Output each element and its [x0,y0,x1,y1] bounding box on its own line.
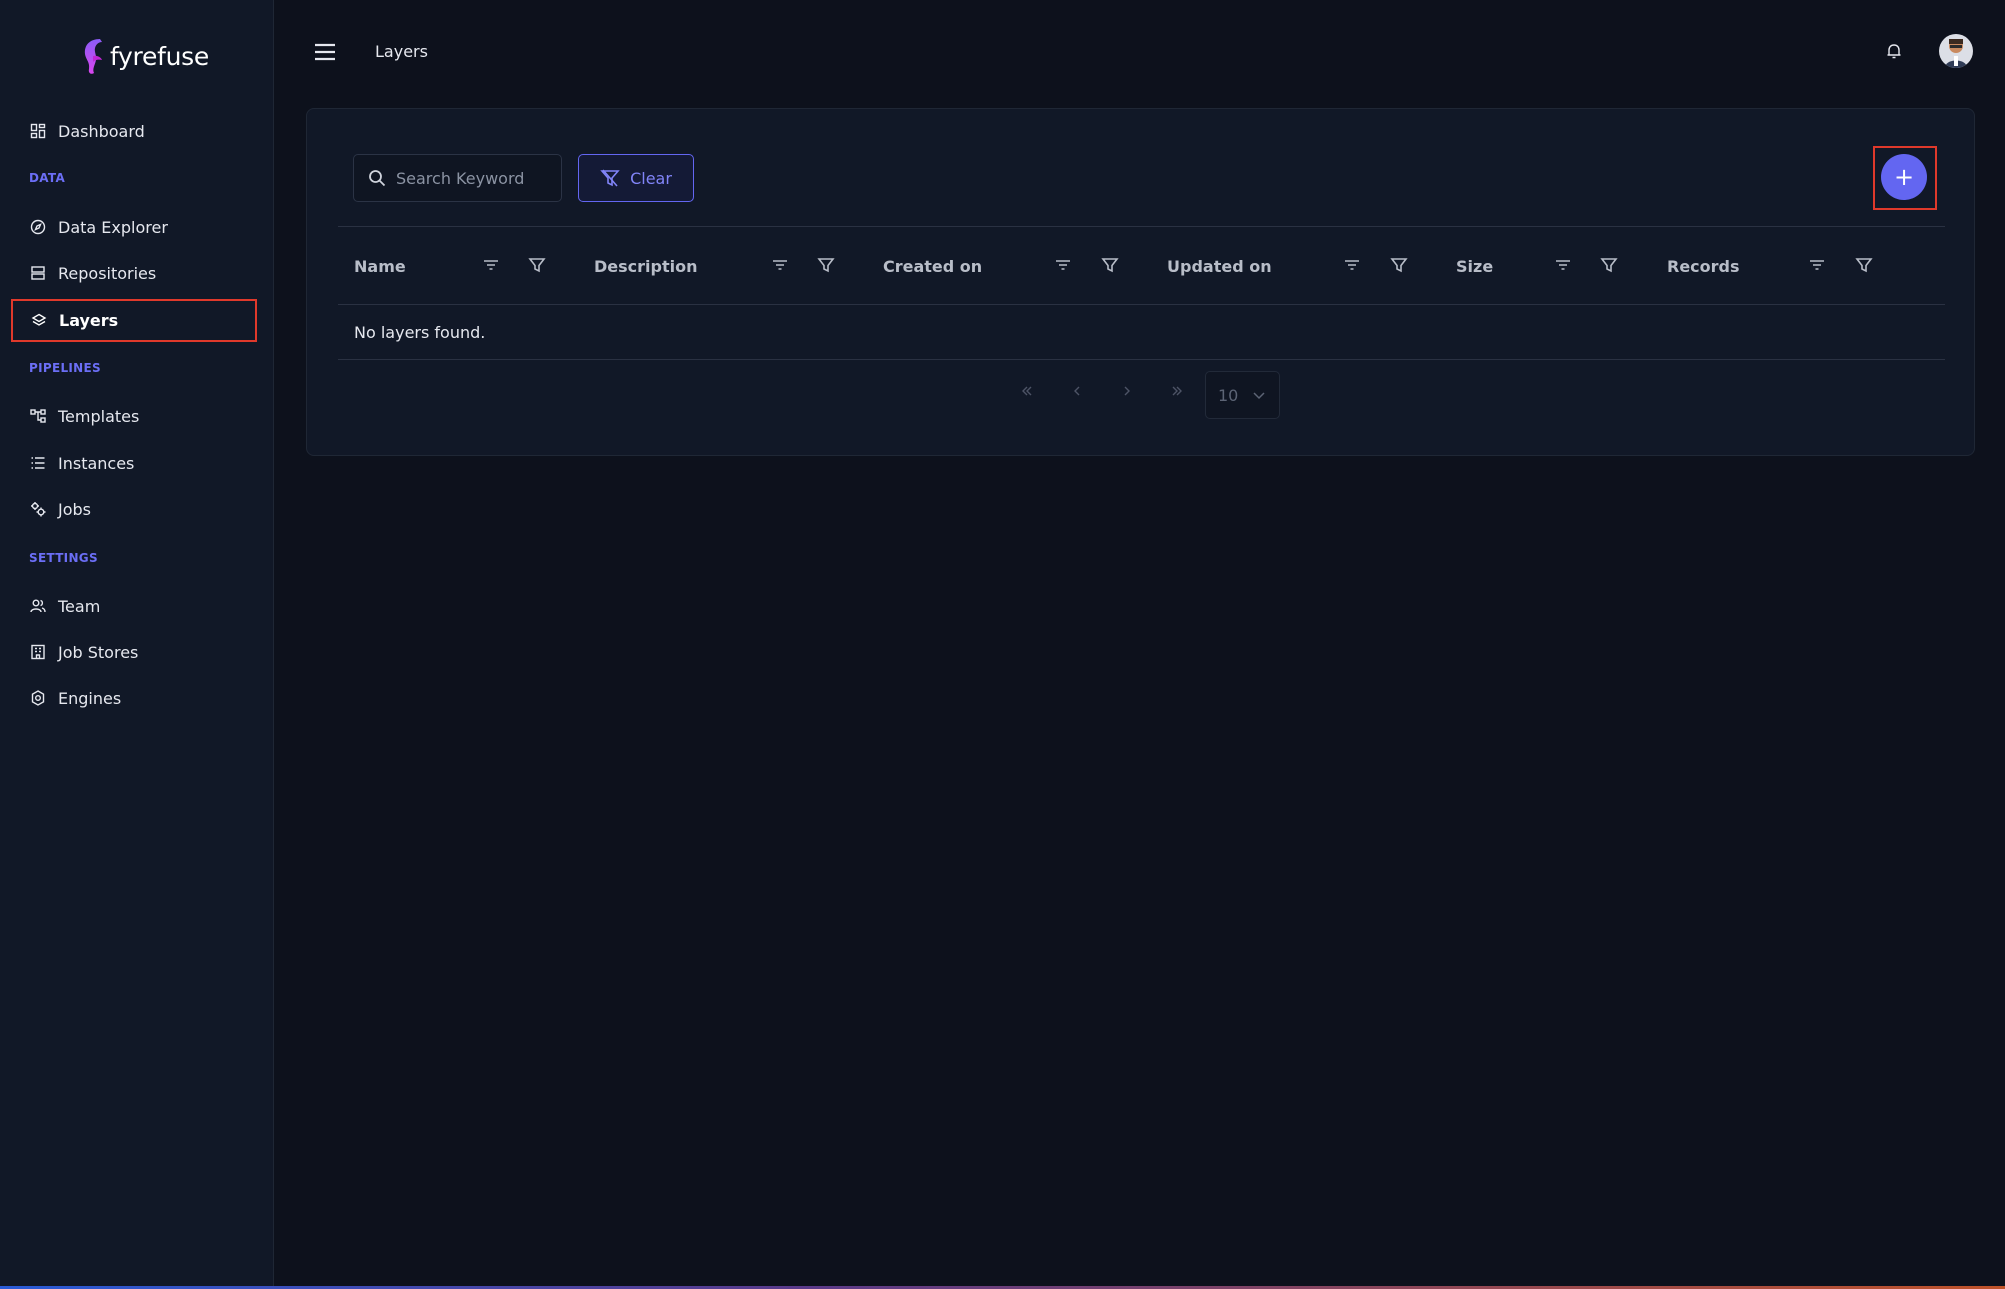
column-header-description[interactable]: Description [594,227,697,306]
page-title: Layers [375,42,428,61]
sidebar-item-label: Dashboard [58,121,145,141]
sort-icon[interactable] [1343,256,1361,274]
chevron-down-icon [1253,392,1265,400]
section-label-pipelines: PIPELINES [29,361,101,375]
column-header-size[interactable]: Size [1456,227,1493,306]
app-root: fyrefuse Dashboard DATA Data Explorer Re… [0,0,2005,1289]
sidebar-item-label: Engines [58,688,122,708]
filter-clear-icon [600,169,620,187]
user-avatar[interactable] [1939,34,1973,68]
filter-icon[interactable] [1390,256,1408,274]
avatar-image [1939,34,1973,68]
sidebar-item-instances[interactable]: Instances [12,443,256,483]
sidebar-item-label: Templates [58,406,140,426]
search-box[interactable] [353,154,562,202]
page-size-select[interactable]: 10 [1205,371,1280,419]
plus-icon: + [1893,163,1915,191]
column-header-name[interactable]: Name [354,227,406,306]
chevron-right-icon [1124,386,1130,396]
add-layer-button[interactable]: + [1881,154,1927,200]
layers-card: Clear + Name Description Created on Upda… [306,108,1975,456]
column-header-created-on[interactable]: Created on [883,227,982,306]
sidebar-item-label: Repositories [58,263,157,283]
chevron-left-icon [1074,386,1080,396]
users-icon [30,599,46,613]
filter-icon[interactable] [528,256,546,274]
sort-icon[interactable] [771,256,789,274]
layers-icon [31,313,47,326]
sidebar-item-layers[interactable]: Layers [11,299,257,342]
sort-icon[interactable] [482,256,500,274]
sidebar: fyrefuse Dashboard DATA Data Explorer Re… [0,0,274,1289]
hamburger-menu-icon[interactable] [313,40,337,64]
table-empty-row: No layers found. [338,305,1945,360]
chevrons-right-icon [1172,386,1182,396]
sidebar-item-jobs[interactable]: Jobs [12,489,256,529]
sidebar-item-job-stores[interactable]: Job Stores [12,632,256,672]
clear-filters-button[interactable]: Clear [578,154,694,202]
database-icon [31,266,45,280]
sidebar-item-dashboard[interactable]: Dashboard [12,111,256,151]
brand-name: fyrefuse [110,41,209,71]
sort-icon[interactable] [1054,256,1072,274]
sidebar-item-label: Jobs [58,499,91,519]
empty-message: No layers found. [354,322,486,342]
flow-icon [30,409,46,423]
dashboard-icon [30,123,46,139]
sidebar-item-label: Team [58,596,101,616]
sort-icon[interactable] [1808,256,1826,274]
sidebar-item-label: Instances [58,453,135,473]
sidebar-item-label: Layers [59,311,119,330]
sidebar-item-repositories[interactable]: Repositories [12,253,256,293]
next-page-button[interactable] [1113,377,1141,405]
fyrefuse-logo-icon [84,39,102,74]
top-bar: Layers [275,0,2005,106]
engine-icon [31,690,45,706]
brand-logo[interactable]: fyrefuse [80,36,209,76]
section-label-settings: SETTINGS [29,551,98,565]
compass-icon [30,219,46,235]
search-icon [369,170,386,187]
column-header-records[interactable]: Records [1667,227,1740,306]
previous-page-button[interactable] [1063,377,1091,405]
sidebar-item-label: Data Explorer [58,217,168,237]
filter-icon[interactable] [1101,256,1119,274]
sidebar-item-engines[interactable]: Engines [12,678,256,718]
sidebar-item-templates[interactable]: Templates [12,396,256,436]
column-header-updated-on[interactable]: Updated on [1167,227,1272,306]
chevrons-left-icon [1022,386,1032,396]
list-icon [31,457,45,469]
first-page-button[interactable] [1013,377,1041,405]
sidebar-item-team[interactable]: Team [12,586,256,626]
table-header: Name Description Created on Updated on S… [338,226,1945,305]
search-input[interactable] [396,168,556,188]
filter-icon[interactable] [1855,256,1873,274]
sidebar-item-data-explorer[interactable]: Data Explorer [12,207,256,247]
sort-icon[interactable] [1554,256,1572,274]
filter-icon[interactable] [1600,256,1618,274]
section-label-data: DATA [29,171,66,185]
notification-bell-icon[interactable] [1885,42,1903,60]
building-icon [31,644,45,660]
last-page-button[interactable] [1163,377,1191,405]
gears-icon [31,502,46,517]
clear-button-label: Clear [630,168,672,188]
filter-icon[interactable] [817,256,835,274]
sidebar-item-label: Job Stores [58,642,139,662]
page-size-value: 10 [1218,385,1239,405]
